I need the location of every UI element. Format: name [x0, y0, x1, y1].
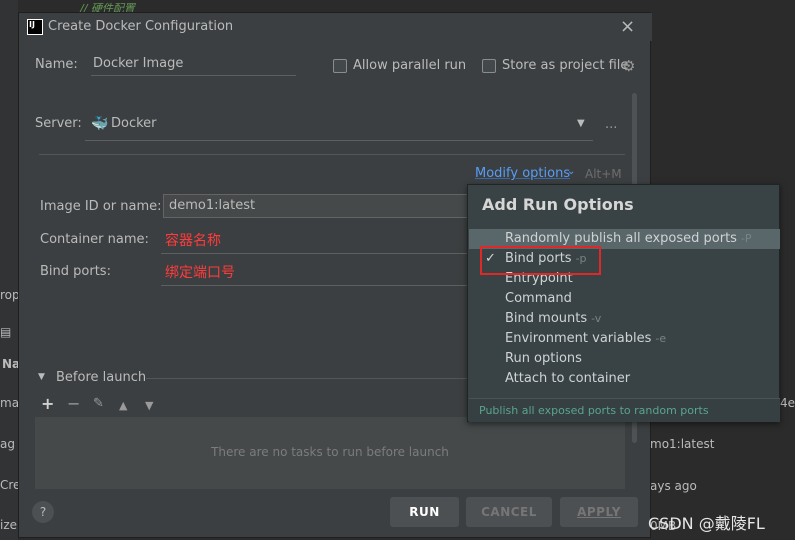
no-tasks-text: There are no tasks to run before launch: [211, 445, 449, 459]
name-label: Name:: [35, 57, 78, 72]
allow-parallel-label[interactable]: Allow parallel run: [353, 58, 466, 73]
popup-footer: Publish all exposed ports to random port…: [469, 398, 780, 422]
dialog-titlebar: IJ Create Docker Configuration ×: [19, 13, 652, 41]
name-input[interactable]: Docker Image: [91, 52, 296, 76]
container-label: Container name:: [40, 232, 149, 247]
right-row: 4e: [780, 396, 795, 410]
server-more-button[interactable]: ...: [605, 117, 617, 132]
server-value: Docker: [111, 116, 157, 131]
option-label: Bind mounts: [505, 311, 588, 326]
server-label: Server:: [35, 116, 82, 131]
watermark: CSDN @戴陵FL: [648, 514, 765, 533]
help-button[interactable]: ?: [32, 501, 54, 523]
option-env-vars[interactable]: Environment variables -e: [469, 329, 780, 349]
modify-shortcut: Alt+M: [585, 167, 622, 181]
ports-label: Bind ports:: [40, 264, 111, 279]
store-project-checkbox[interactable]: [482, 59, 496, 73]
move-up-icon[interactable]: ▲: [119, 398, 127, 414]
remove-icon[interactable]: −: [67, 396, 80, 412]
popup-title: Add Run Options: [482, 195, 634, 214]
option-command[interactable]: Command: [469, 289, 780, 309]
store-project-label[interactable]: Store as project file: [502, 58, 628, 73]
right-row: ays ago: [650, 479, 697, 493]
move-down-icon[interactable]: ▼: [145, 398, 153, 414]
ide-left-gutter: [0, 0, 18, 540]
side-row: ma: [0, 396, 20, 410]
ports-note: 绑定端口号: [165, 265, 235, 281]
allow-parallel-checkbox[interactable]: [333, 59, 347, 73]
collapse-arrow-icon[interactable]: ▼: [38, 372, 45, 382]
intellij-logo-icon: IJ: [27, 19, 43, 35]
edit-icon[interactable]: ✎: [93, 396, 104, 412]
document-icon: ▤: [0, 325, 12, 339]
docker-icon: 🐳: [91, 116, 109, 132]
add-run-options-popup: Add Run Options Randomly publish all exp…: [467, 184, 780, 422]
chevron-down-icon: ▼: [577, 118, 585, 129]
right-row: mo1:latest: [650, 437, 715, 451]
container-input-line[interactable]: [161, 253, 473, 254]
option-label: Command: [505, 291, 572, 306]
option-shortcut: -e: [655, 332, 667, 345]
before-launch-label[interactable]: Before launch: [56, 370, 146, 385]
option-run-options[interactable]: Run options: [469, 349, 780, 369]
image-input[interactable]: demo1:latest: [163, 194, 473, 218]
option-label: Run options: [505, 351, 582, 366]
server-select[interactable]: 🐳 Docker ▼: [85, 109, 593, 141]
chevron-down-icon[interactable]: ⌄: [567, 166, 575, 177]
option-shortcut: -P: [740, 232, 752, 245]
side-row: ag: [0, 437, 15, 451]
option-label: Environment variables: [505, 331, 652, 346]
run-button[interactable]: RUN: [390, 497, 459, 527]
highlight-box: [480, 246, 601, 275]
container-note: 容器名称: [165, 233, 221, 249]
close-icon[interactable]: ×: [620, 16, 635, 37]
option-bind-mounts[interactable]: Bind mounts -v: [469, 309, 780, 329]
side-row: ize: [0, 518, 18, 532]
apply-button[interactable]: APPLY: [560, 497, 638, 527]
add-icon[interactable]: +: [41, 396, 54, 412]
before-launch-tasks: There are no tasks to run before launch: [35, 417, 625, 489]
image-label: Image ID or name:: [40, 199, 162, 214]
dialog-title: Create Docker Configuration: [48, 19, 234, 34]
divider: [39, 154, 625, 155]
option-shortcut: -v: [591, 312, 602, 325]
modify-options-link[interactable]: Modify options: [475, 166, 570, 181]
option-label: Randomly publish all exposed ports: [505, 231, 737, 246]
tab-fragment: rop: [0, 288, 20, 302]
option-label: Attach to container: [505, 371, 631, 386]
ports-input-line[interactable]: [161, 285, 473, 286]
gear-icon[interactable]: ⚙: [622, 57, 635, 75]
cancel-button[interactable]: CANCEL: [466, 497, 552, 527]
option-attach[interactable]: Attach to container: [469, 369, 780, 389]
